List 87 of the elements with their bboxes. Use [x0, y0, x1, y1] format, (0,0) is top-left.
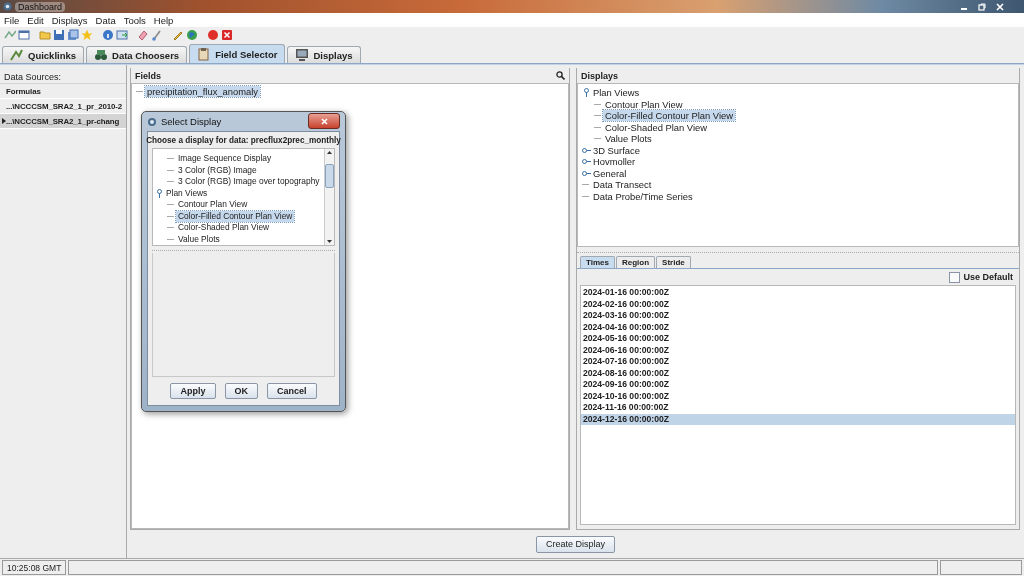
eraser-icon[interactable]: [137, 29, 149, 41]
menu-item[interactable]: Help: [153, 14, 174, 26]
collapsed-handle-icon[interactable]: [582, 146, 591, 154]
tree-item[interactable]: precipitation_flux_anomaly: [145, 86, 260, 98]
clipboard-icon: [197, 47, 212, 61]
tree-item[interactable]: Color-Filled Contour Plan View: [176, 210, 295, 222]
brush-icon[interactable]: [151, 29, 163, 41]
tab[interactable]: Quicklinks: [2, 46, 85, 63]
tree-item[interactable]: Value Plots: [603, 133, 654, 145]
panel-header: Data Sources:: [0, 70, 126, 84]
tree-item[interactable]: Color-Filled Contour Plan View: [603, 110, 735, 122]
list-item[interactable]: 2024-08-16 00:00:00Z: [581, 367, 1015, 379]
dialog-button[interactable]: Apply: [170, 383, 216, 399]
close-icon[interactable]: [996, 2, 1004, 11]
exit-icon[interactable]: [221, 29, 233, 41]
dialog-title: Select Display: [161, 116, 223, 127]
checkbox-label[interactable]: Use Default: [963, 272, 1013, 282]
list-item[interactable]: 2024-04-16 00:00:00Z: [581, 321, 1015, 333]
tree-item[interactable]: 3D Surface: [591, 144, 642, 156]
stop-icon[interactable]: [207, 29, 219, 41]
star-icon[interactable]: [81, 29, 93, 41]
panel-header: Displays: [581, 70, 619, 81]
tree-item[interactable]: Color-Shaded Plan View: [603, 121, 709, 133]
list-item[interactable]: 2024-07-16 00:00:00Z: [581, 356, 1015, 368]
tab[interactable]: Field Selector: [189, 44, 286, 63]
collapsed-handle-icon[interactable]: [582, 158, 591, 166]
list-item[interactable]: 2024-12-16 00:00:00Z: [581, 413, 1015, 425]
save-icon[interactable]: [53, 29, 65, 41]
list-item[interactable]: 2024-06-16 00:00:00Z: [581, 344, 1015, 356]
tree-item[interactable]: Data Probe/Time Series: [591, 190, 695, 202]
dialog-button[interactable]: OK: [224, 383, 258, 399]
menu-item[interactable]: Tools: [123, 14, 146, 26]
scroll-up-icon[interactable]: [326, 149, 333, 156]
tree-item[interactable]: Plan Views: [591, 87, 642, 99]
monitor-icon: [295, 48, 310, 62]
tree-item[interactable]: Plan Views: [164, 187, 210, 199]
tree-item[interactable]: Value Plots: [176, 233, 222, 245]
restore-icon[interactable]: [978, 2, 986, 11]
tree-item[interactable]: Hovmoller: [591, 156, 638, 168]
list-item[interactable]: 2024-01-16 00:00:00Z: [581, 287, 1015, 299]
selected-arrow-icon: [2, 118, 6, 124]
tree-item[interactable]: Data Transect: [591, 179, 654, 191]
expanded-handle-icon[interactable]: [156, 188, 163, 198]
tree-item[interactable]: 3 Color (RGB) Image over topography: [176, 176, 322, 188]
menu-item[interactable]: File: [4, 14, 20, 26]
tree-item[interactable]: Contour Plan View: [176, 199, 250, 211]
panel-header: Fields: [135, 70, 161, 81]
app-icon: [3, 2, 12, 11]
close-button[interactable]: [308, 113, 340, 129]
expanded-handle-icon[interactable]: [583, 88, 590, 98]
help-icon[interactable]: [102, 29, 114, 41]
java-app-icon: [147, 116, 157, 127]
list-item[interactable]: 2024-10-16 00:00:00Z: [581, 390, 1015, 402]
status-time: 10:25:08 GMT: [2, 560, 67, 575]
copy-icon[interactable]: [67, 29, 79, 41]
close-icon: [320, 117, 328, 125]
collapsed-handle-icon[interactable]: [582, 169, 591, 177]
tab[interactable]: Data Choosers: [86, 46, 188, 63]
menu-item[interactable]: Data: [95, 14, 116, 26]
dialog-prompt: Choose a display for data: precflux2prec_monthly: [146, 136, 341, 145]
list-item[interactable]: 2024-03-16 00:00:00Z: [581, 310, 1015, 322]
list-item[interactable]: 2024-02-16 00:00:00Z: [581, 298, 1015, 310]
scrollbar-thumb[interactable]: [325, 164, 334, 188]
binoculars-icon: [94, 48, 109, 62]
tab[interactable]: Stride: [656, 256, 691, 268]
tree-item[interactable]: Contour Plan View: [603, 98, 685, 110]
scroll-down-icon[interactable]: [326, 238, 333, 245]
tree-item[interactable]: Image Sequence Display: [176, 153, 274, 165]
tab[interactable]: Times: [580, 256, 615, 268]
list-item[interactable]: 2024-05-16 00:00:00Z: [581, 333, 1015, 345]
menu-item[interactable]: Displays: [51, 14, 88, 26]
globe-icon[interactable]: [186, 29, 198, 41]
tab[interactable]: Displays: [287, 46, 361, 63]
list-item[interactable]: 2024-11-16 00:00:00Z: [581, 402, 1015, 414]
list-item[interactable]: 2024-09-16 00:00:00Z: [581, 379, 1015, 391]
pencil-icon[interactable]: [172, 29, 184, 41]
new-window-icon[interactable]: [18, 29, 30, 41]
checkbox[interactable]: [949, 271, 961, 283]
window-title: Dashboard: [15, 1, 66, 12]
tree-item[interactable]: 3 Color (RGB) Image: [176, 164, 259, 176]
create-display-button[interactable]: Create Display: [536, 535, 615, 553]
tab[interactable]: Region: [616, 256, 656, 268]
tree-item[interactable]: General: [591, 167, 629, 179]
dialog-button[interactable]: Cancel: [267, 383, 317, 399]
tree-item[interactable]: Color-Shaded Plan View: [176, 222, 272, 234]
search-icon[interactable]: [556, 71, 565, 80]
menu-item[interactable]: Edit: [27, 14, 44, 26]
